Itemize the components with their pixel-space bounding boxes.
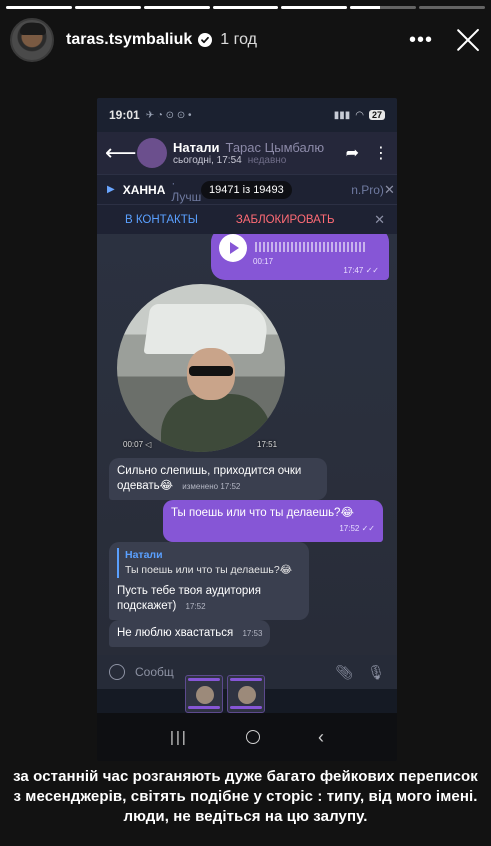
progress-segment-current (350, 6, 417, 9)
video-message (117, 284, 285, 452)
status-time: 19:01 (109, 108, 140, 122)
play-icon: ▶ (107, 184, 115, 195)
back-icon: ‹ (317, 726, 324, 747)
battery-icon: 27 (368, 110, 385, 120)
chat-area: 00:17 17:47 ✓✓ 00:07 ◁ 17:51 Сильно слеп… (97, 234, 397, 655)
progress-segment (419, 6, 486, 9)
close-icon[interactable] (455, 27, 481, 53)
progress-segment (6, 6, 72, 9)
chat-subtitle-ghost: недавно (247, 155, 287, 166)
voice-play-icon (219, 234, 247, 262)
voice-message: 00:17 17:47 ✓✓ (211, 234, 389, 280)
thumbnail (185, 675, 223, 713)
chat-title: Натали (173, 140, 220, 155)
audio-name: ХАННА (122, 182, 166, 197)
chat-header: ⟵ Натали Тарас Цымбалю сьогодні, 17:54 нед… (97, 132, 397, 174)
recent-apps-thumbnails (185, 675, 265, 713)
video-time: 17:51 (257, 440, 278, 449)
story-progress (6, 6, 486, 9)
message-meta: 17:53 (242, 629, 263, 638)
block-label: ЗАБЛОКИРОВАТЬ (235, 213, 335, 226)
story-header: taras.tsymbaliuk 1 год ••• (10, 14, 481, 66)
message-meta: изменено 17:52 (182, 482, 241, 491)
story-caption: за останній час розганяють дуже багато ф… (13, 768, 478, 825)
share-icon: ➦ (345, 145, 359, 162)
progress-segment (212, 6, 279, 9)
home-icon (245, 730, 260, 744)
username[interactable]: taras.tsymbaliuk (66, 31, 192, 49)
message-meta: 17:52 ✓✓ (339, 524, 375, 533)
recent-apps-icon: ||| (170, 728, 188, 746)
audio-track: · Лучш (171, 175, 202, 204)
shared-screenshot: 19:01 ✈ ◔ ⊙ ⊙ • ▮▮▮ ◠ 27 ⟵ Натали Тарас Ц… (97, 98, 397, 761)
progress-segment (74, 6, 141, 9)
waveform (255, 242, 365, 252)
message-text: Ты поешь или что ты делаешь?😂 (171, 507, 354, 519)
vertical-dots-icon: ⋮ (373, 145, 389, 162)
chat-avatar (137, 138, 167, 168)
mic-icon: 🎙︎ (367, 663, 385, 680)
voice-time: 17:47 ✓✓ (343, 266, 379, 275)
emoji-icon (109, 664, 125, 680)
more-options-icon[interactable]: ••• (409, 30, 433, 50)
message-meta: 17:52 (185, 602, 206, 611)
audio-player-bar: ▶ ХАННА · Лучш 19471 із 19493 n.Pro) ✕ (97, 174, 397, 204)
android-nav-bar: ||| ‹ (97, 713, 397, 761)
avatar[interactable] (10, 18, 54, 62)
back-arrow-icon: ⟵ (105, 140, 137, 165)
contact-action-bar: В КОНТАКТЫ ЗАБЛОКИРОВАТЬ ✕ (97, 204, 397, 234)
progress-segment (143, 6, 210, 9)
wifi-icon: ◠ (355, 109, 364, 121)
message-incoming: Сильно слепишь, приходится очки одевать😂… (109, 458, 327, 500)
audio-track-tail: n.Pro) (351, 182, 384, 197)
chat-subtitle: сьогодні, 17:54 (173, 155, 242, 166)
add-contact-label: В КОНТАКТЫ (125, 213, 198, 226)
video-duration: 00:07 ◁ (123, 440, 152, 449)
progress-segment (281, 6, 348, 9)
message-outgoing: Ты поешь или что ты делаешь?😂 17:52 ✓✓ (163, 500, 383, 542)
verified-badge-icon (198, 33, 213, 47)
reply-name: Натали (125, 549, 163, 561)
close-audio-icon: ✕ (383, 181, 395, 197)
chat-title-ghost: Тарас Цымбалю (225, 140, 325, 155)
message-text: Не люблю хвастаться (117, 627, 234, 639)
message-input-placeholder: Сообщ (135, 665, 174, 679)
reply-text: Ты поешь или что ты делаешь?😂 (125, 564, 292, 576)
message-reply: Натали Ты поешь или что ты делаешь?😂 Пус… (109, 542, 309, 620)
signal-icon: ▮▮▮ (333, 109, 351, 121)
story-time: 1 год (220, 31, 257, 48)
status-icons: ✈ ◔ ⊙ ⊙ • (145, 109, 192, 121)
audio-counter: 19471 із 19493 (201, 180, 292, 199)
attach-icon: 📎︎ (335, 663, 354, 680)
voice-duration: 00:17 (253, 257, 274, 266)
reply-quote: Натали Ты поешь или что ты делаешь?😂 (117, 548, 301, 578)
close-contact-bar-icon: ✕ (374, 211, 385, 227)
message-incoming: Не люблю хвастаться 17:53 (109, 620, 271, 647)
thumbnail (227, 675, 265, 713)
phone-status-bar: 19:01 ✈ ◔ ⊙ ⊙ • ▮▮▮ ◠ 27 (97, 98, 397, 132)
